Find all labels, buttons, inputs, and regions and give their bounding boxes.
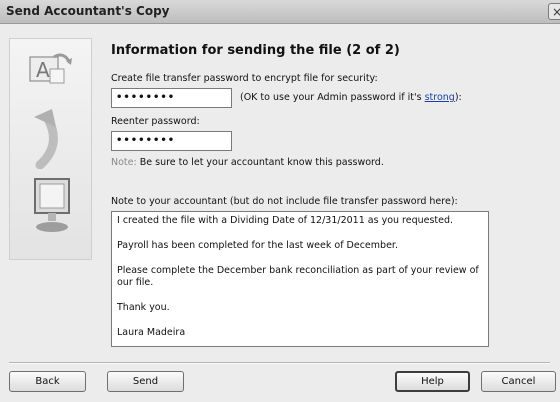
hint-text: (OK to use your Admin password if it's bbox=[240, 92, 425, 103]
close-icon: × bbox=[551, 5, 560, 19]
reenter-password-input[interactable]: •••••••• bbox=[111, 131, 232, 151]
window-title: Send Accountant's Copy bbox=[6, 4, 170, 18]
close-button[interactable]: × bbox=[548, 3, 560, 20]
back-button[interactable]: Back bbox=[9, 371, 86, 392]
strong-password-link[interactable]: strong bbox=[425, 92, 455, 103]
curved-arrow-icon bbox=[34, 109, 58, 169]
svg-text:A: A bbox=[36, 58, 50, 82]
note-text: Be sure to let your accountant know this… bbox=[139, 157, 384, 168]
message-line: Payroll has been completed for the last … bbox=[117, 240, 398, 251]
monitor-icon bbox=[34, 178, 70, 232]
password-hint: (OK to use your Admin password if it's s… bbox=[240, 92, 462, 103]
note-to-accountant-textarea[interactable]: I created the file with a Dividing Date … bbox=[111, 211, 489, 347]
title-bar: Send Accountant's Copy × bbox=[0, 0, 560, 24]
password-note: Note: Be sure to let your accountant kno… bbox=[111, 157, 384, 168]
page-title: Information for sending the file (2 of 2… bbox=[111, 43, 400, 58]
message-line: I created the file with a Dividing Date … bbox=[117, 215, 454, 226]
cancel-button[interactable]: Cancel bbox=[481, 371, 556, 392]
message-line: Please complete the December bank reconc… bbox=[117, 265, 479, 288]
send-button[interactable]: Send bbox=[107, 371, 184, 392]
reenter-password-label: Reenter password: bbox=[111, 116, 200, 127]
note-to-accountant-label: Note to your accountant (but do not incl… bbox=[111, 196, 458, 207]
create-password-label: Create file transfer password to encrypt… bbox=[111, 73, 378, 84]
password-input[interactable]: •••••••• bbox=[111, 88, 232, 108]
help-button[interactable]: Help bbox=[395, 371, 470, 392]
message-line: Thank you. bbox=[117, 302, 170, 313]
note-label: Note: bbox=[111, 157, 137, 168]
message-line: Laura Madeira bbox=[117, 327, 186, 338]
wizard-side-panel: A bbox=[9, 38, 92, 260]
button-separator bbox=[9, 362, 550, 364]
hint-close: ): bbox=[454, 92, 462, 103]
letter-a-swap-icon: A bbox=[29, 53, 72, 84]
